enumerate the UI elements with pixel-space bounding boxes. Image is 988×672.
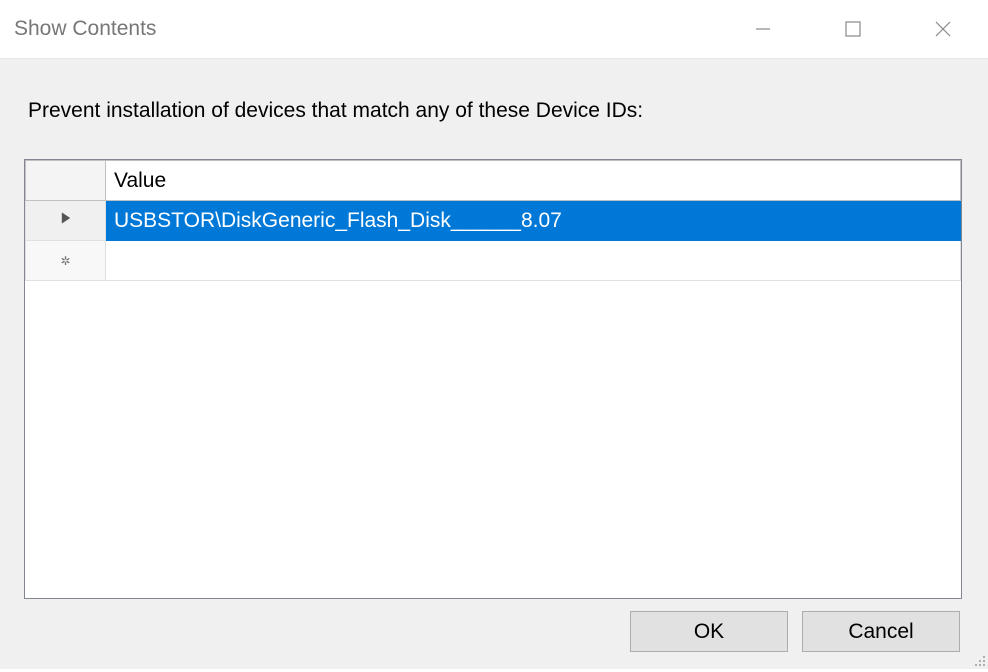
cancel-button[interactable]: Cancel xyxy=(802,611,960,652)
list-label: Prevent installation of devices that mat… xyxy=(28,99,643,123)
grid-corner-cell[interactable] xyxy=(26,161,106,201)
maximize-icon xyxy=(844,20,862,38)
new-row-indicator-icon: ✲ xyxy=(60,254,70,268)
grid-container: Value USBSTOR\DiskGeneric_Flash_Disk____… xyxy=(24,159,962,599)
close-icon xyxy=(934,20,952,38)
device-id-grid[interactable]: Value USBSTOR\DiskGeneric_Flash_Disk____… xyxy=(25,160,961,281)
minimize-button[interactable] xyxy=(718,0,808,58)
row-header[interactable] xyxy=(26,201,106,241)
grid-row[interactable]: ✲ xyxy=(26,241,961,281)
grid-cell-value[interactable] xyxy=(106,241,961,281)
ok-button[interactable]: OK xyxy=(630,611,788,652)
window-title: Show Contents xyxy=(14,17,156,41)
window-controls xyxy=(718,0,988,58)
dialog-buttons: OK Cancel xyxy=(630,611,960,652)
maximize-button[interactable] xyxy=(808,0,898,58)
titlebar: Show Contents xyxy=(0,0,988,58)
grid-header-row: Value xyxy=(26,161,961,201)
grid-row[interactable]: USBSTOR\DiskGeneric_Flash_Disk______8.07 xyxy=(26,201,961,241)
row-header[interactable]: ✲ xyxy=(26,241,106,281)
grid-column-header-value[interactable]: Value xyxy=(106,161,961,201)
resize-grip-icon xyxy=(972,653,986,667)
current-row-indicator-icon xyxy=(59,212,73,229)
grid-cell-value[interactable]: USBSTOR\DiskGeneric_Flash_Disk______8.07 xyxy=(106,201,961,241)
content-area: Prevent installation of devices that mat… xyxy=(0,58,988,669)
minimize-icon xyxy=(754,20,772,38)
resize-grip[interactable] xyxy=(972,653,986,667)
close-button[interactable] xyxy=(898,0,988,58)
